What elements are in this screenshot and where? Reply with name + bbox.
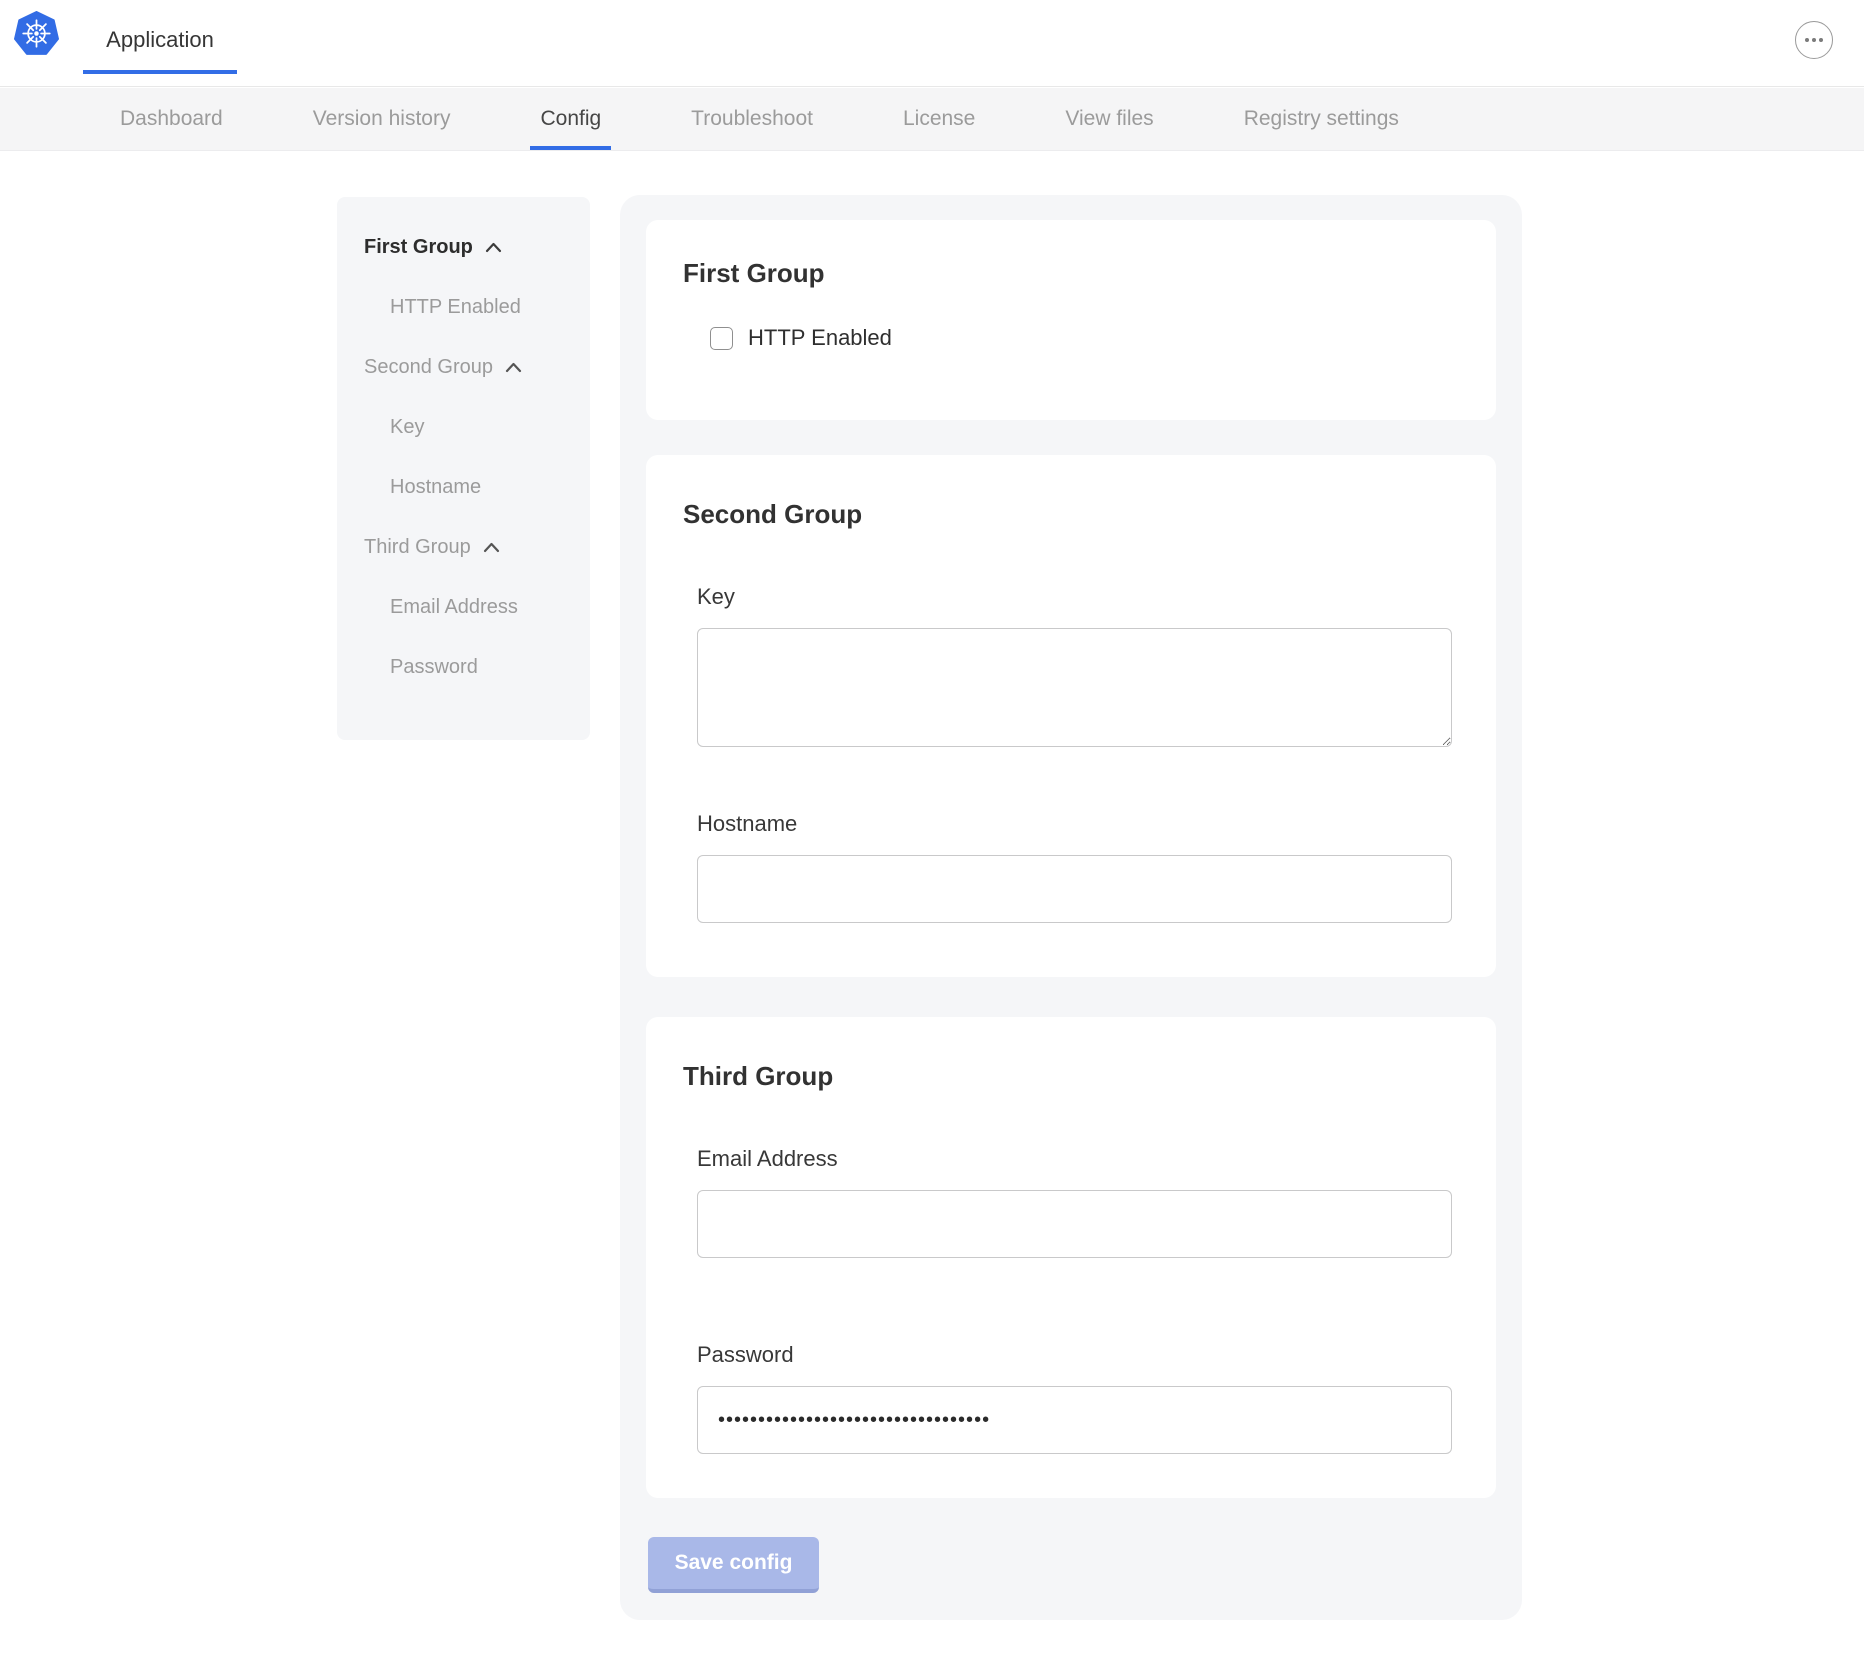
config-group-card-first: First Group HTTP Enabled [646, 220, 1496, 420]
key-field: Key [683, 584, 1459, 747]
field-label: Password [697, 1342, 1459, 1368]
nav-tab-version-history[interactable]: Version history [313, 88, 451, 150]
key-textarea[interactable] [697, 628, 1452, 747]
app-nav: Dashboard Version history Config Trouble… [0, 88, 1864, 151]
chevron-up-icon [485, 242, 502, 253]
sidebar-item-label: First Group [364, 236, 473, 259]
nav-tab-troubleshoot[interactable]: Troubleshoot [691, 88, 813, 150]
group-title: First Group [683, 258, 1459, 289]
group-title: Third Group [683, 1061, 1459, 1092]
save-config-button[interactable]: Save config [648, 1537, 819, 1593]
password-field: Password [683, 1342, 1459, 1454]
sidebar-item-label: Hostname [390, 476, 481, 499]
kubernetes-logo-icon [14, 11, 59, 56]
nav-tab-dashboard[interactable]: Dashboard [120, 88, 223, 150]
sidebar-item-hostname[interactable]: Hostname [364, 457, 590, 517]
checkbox-label: HTTP Enabled [748, 325, 892, 351]
sidebar-item-first-group[interactable]: First Group [364, 217, 590, 277]
more-menu-button[interactable] [1795, 21, 1833, 59]
http-enabled-checkbox[interactable] [710, 327, 733, 350]
sidebar-item-label: Email Address [390, 596, 518, 619]
config-group-card-second: Second Group Key Hostname [646, 455, 1496, 977]
ellipsis-icon [1805, 38, 1823, 42]
chevron-up-icon [505, 362, 522, 373]
sidebar-item-label: Password [390, 656, 478, 679]
nav-tab-license[interactable]: License [903, 88, 975, 150]
nav-tab-config[interactable]: Config [540, 88, 601, 150]
config-panel: First Group HTTP Enabled Second Group Ke… [620, 195, 1522, 1620]
sidebar-item-key[interactable]: Key [364, 397, 590, 457]
field-label: Key [697, 584, 1459, 610]
chevron-up-icon [483, 542, 500, 553]
sidebar-item-label: Second Group [364, 356, 493, 379]
email-address-field: Email Address [683, 1146, 1459, 1258]
config-sidebar: First Group HTTP Enabled Second Group Ke… [337, 197, 590, 740]
field-label: Hostname [697, 811, 1459, 837]
sidebar-item-second-group[interactable]: Second Group [364, 337, 590, 397]
email-address-input[interactable] [697, 1190, 1452, 1258]
config-group-card-third: Third Group Email Address Password [646, 1017, 1496, 1498]
tab-application[interactable]: Application [83, 0, 237, 80]
nav-tab-registry-settings[interactable]: Registry settings [1244, 88, 1399, 150]
sidebar-item-label: Key [390, 416, 424, 439]
app-header: Application [0, 0, 1864, 87]
http-enabled-checkbox-row[interactable]: HTTP Enabled [683, 325, 1459, 351]
sidebar-item-label: Third Group [364, 536, 471, 559]
sidebar-item-password[interactable]: Password [364, 637, 590, 697]
active-tab-underline [83, 70, 237, 74]
sidebar-item-third-group[interactable]: Third Group [364, 517, 590, 577]
nav-tab-view-files[interactable]: View files [1065, 88, 1153, 150]
field-label: Email Address [697, 1146, 1459, 1172]
hostname-field: Hostname [683, 811, 1459, 923]
app-tab-label: Application [106, 27, 214, 53]
sidebar-item-label: HTTP Enabled [390, 296, 521, 319]
group-title: Second Group [683, 499, 1459, 530]
sidebar-item-email-address[interactable]: Email Address [364, 577, 590, 637]
sidebar-item-http-enabled[interactable]: HTTP Enabled [364, 277, 590, 337]
hostname-input[interactable] [697, 855, 1452, 923]
password-input[interactable] [697, 1386, 1452, 1454]
